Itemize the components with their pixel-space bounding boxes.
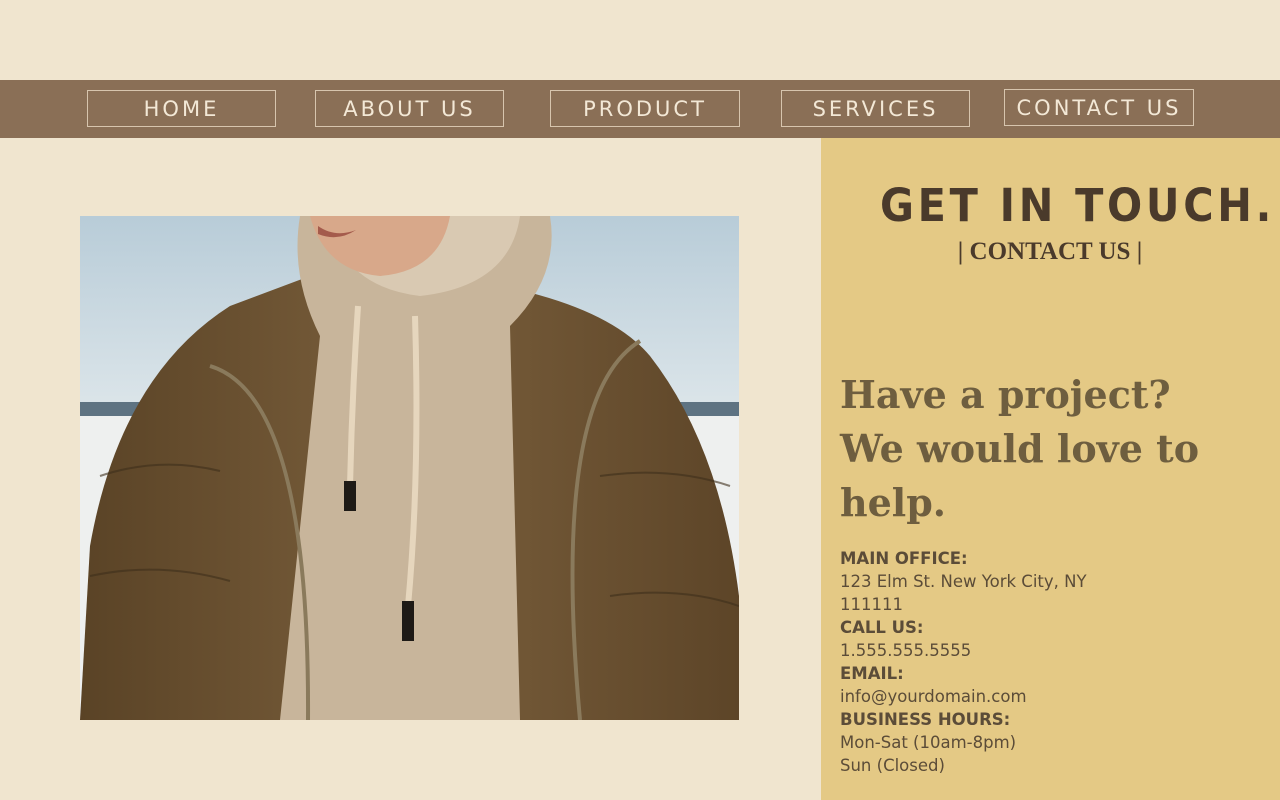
headline-line-2: We would love to bbox=[840, 426, 1200, 471]
business-hours-sunday: Sun (Closed) bbox=[840, 756, 945, 775]
headline-line-1: Have a project? bbox=[840, 372, 1171, 417]
contact-info: MAIN OFFICE: 123 Elm St. New York City, … bbox=[840, 547, 1260, 777]
business-hours-weekday: Mon-Sat (10am-8pm) bbox=[840, 733, 1017, 752]
nav-contact-us[interactable]: CONTACT US bbox=[1004, 89, 1194, 126]
get-in-touch-title: GET IN TOUCH. bbox=[880, 179, 1276, 232]
nav-about-us[interactable]: ABOUT US bbox=[315, 90, 504, 127]
email-label: EMAIL: bbox=[840, 664, 904, 683]
nav-product[interactable]: PRODUCT bbox=[550, 90, 740, 127]
project-headline: Have a project? We would love to help. bbox=[840, 368, 1260, 530]
call-us-label: CALL US: bbox=[840, 618, 924, 637]
nav-services[interactable]: SERVICES bbox=[781, 90, 970, 127]
contact-us-subtitle: | CONTACT US | bbox=[957, 238, 1143, 265]
phone-number[interactable]: 1.555.555.5555 bbox=[840, 639, 1260, 662]
email-address[interactable]: info@yourdomain.com bbox=[840, 685, 1260, 708]
nav-bar: HOME ABOUT US PRODUCT SERVICES CONTACT U… bbox=[0, 80, 1280, 138]
main-office-label: MAIN OFFICE: bbox=[840, 549, 968, 568]
business-hours-label: BUSINESS HOURS: bbox=[840, 710, 1011, 729]
jacket-photo-illustration bbox=[80, 216, 739, 720]
hero-photo bbox=[80, 216, 739, 720]
headline-line-3: help. bbox=[840, 480, 947, 525]
main-office-address-line-1: 123 Elm St. New York City, NY bbox=[840, 572, 1087, 591]
nav-home[interactable]: HOME bbox=[87, 90, 276, 127]
main-office-address-line-2: 111111 bbox=[840, 595, 903, 614]
